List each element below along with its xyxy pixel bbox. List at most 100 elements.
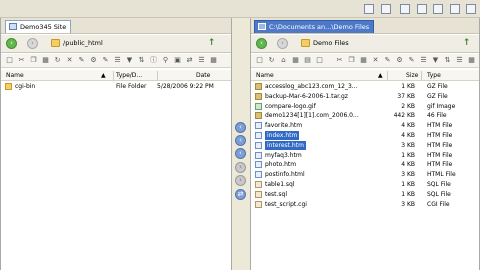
favorite-icon[interactable] xyxy=(364,4,374,14)
back-icon[interactable]: ‹ xyxy=(6,38,17,49)
file-size: 4 KB xyxy=(401,131,415,139)
open-icon[interactable]: □ xyxy=(315,56,324,65)
file-icon xyxy=(255,112,262,120)
list-item[interactable]: table1.sql 1 KB SQL File xyxy=(251,180,479,190)
forward-icon[interactable]: › xyxy=(277,38,288,49)
list-item[interactable]: interest.htm 3 KB HTM File xyxy=(251,140,479,151)
list-item[interactable]: index.htm 4 KB HTM File xyxy=(251,130,479,141)
column-name[interactable]: Name xyxy=(256,72,274,79)
drive-icon[interactable]: ▦ xyxy=(291,56,300,65)
network-icon[interactable]: ▤ xyxy=(303,56,312,65)
layout-icon[interactable] xyxy=(400,4,410,14)
cut-icon[interactable]: ✂ xyxy=(17,56,26,65)
copy-right-icon[interactable]: › xyxy=(235,162,246,173)
column-size[interactable]: Size xyxy=(406,72,418,79)
single-pane-icon[interactable] xyxy=(433,4,443,14)
column-name[interactable]: Name xyxy=(6,72,24,79)
folder-icon xyxy=(51,39,60,47)
delete-icon[interactable]: ✕ xyxy=(371,56,380,65)
up-folder-icon[interactable]: ↑ xyxy=(461,38,472,49)
refresh-icon[interactable]: ↻ xyxy=(53,56,62,65)
paste-icon[interactable]: ▦ xyxy=(41,56,50,65)
home-icon[interactable]: ⌂ xyxy=(279,56,288,65)
properties-icon[interactable]: ⚙ xyxy=(89,56,98,65)
file-icon xyxy=(255,190,262,198)
compare-icon[interactable]: ⇄ xyxy=(235,189,246,200)
download-icon[interactable]: ‹ xyxy=(235,135,246,146)
forward-icon[interactable]: › xyxy=(27,38,38,49)
rename-icon[interactable]: ✎ xyxy=(77,56,86,65)
copy-left-icon[interactable]: ‹ xyxy=(235,148,246,159)
filter-icon[interactable]: ▼ xyxy=(125,56,134,65)
list-item[interactable]: demo1234[1][1].com_2006.0... 442 KB 46 Fil… xyxy=(251,111,479,121)
refresh-icon[interactable]: ↻ xyxy=(267,56,276,65)
column-type[interactable]: Type/D... xyxy=(116,72,142,79)
new-folder-icon[interactable]: □ xyxy=(5,56,14,65)
new-folder-icon[interactable]: □ xyxy=(255,56,264,65)
sort-arrow-icon: ▲ xyxy=(378,72,383,79)
cut-icon[interactable]: ✂ xyxy=(335,56,344,65)
edit-icon[interactable]: ✎ xyxy=(407,56,416,65)
paste-icon[interactable]: ▦ xyxy=(359,56,368,65)
remote-site-tab[interactable]: Demo345 Site xyxy=(5,20,72,33)
list-item[interactable]: accesslog_abc123.com_12_3... 1 KB GZ File xyxy=(251,82,479,92)
split-view-icon[interactable] xyxy=(417,4,427,14)
search-icon[interactable]: ⚲ xyxy=(161,56,170,65)
copy-icon[interactable]: ❐ xyxy=(347,56,356,65)
list-item[interactable]: postinfo.html 3 KB HTML File xyxy=(251,170,479,180)
view-icon[interactable]: ☰ xyxy=(419,56,428,65)
copy-icon[interactable]: ❐ xyxy=(29,56,38,65)
file-type: HTML File xyxy=(427,171,456,179)
details-view-icon[interactable]: ▦ xyxy=(209,56,218,65)
up-folder-icon[interactable]: ↑ xyxy=(206,38,217,49)
list-view-icon[interactable]: ☰ xyxy=(455,56,464,65)
file-type: SQL File xyxy=(427,190,451,198)
details-view-icon[interactable]: ▦ xyxy=(467,56,476,65)
list-item[interactable]: test.sql 1 KB SQL File xyxy=(251,190,479,200)
column-date[interactable]: Date xyxy=(196,72,210,79)
column-divider[interactable] xyxy=(113,71,114,80)
file-icon xyxy=(255,102,262,110)
sort-icon[interactable]: ⇅ xyxy=(443,56,452,65)
local-path[interactable]: Demo Files xyxy=(313,39,349,47)
sync-right-icon[interactable]: › xyxy=(235,175,246,186)
column-divider[interactable] xyxy=(387,71,388,80)
filter-icon[interactable]: ▼ xyxy=(431,56,440,65)
column-divider[interactable] xyxy=(421,71,422,80)
delete-icon[interactable]: ✕ xyxy=(65,56,74,65)
column-type[interactable]: Type xyxy=(427,72,441,79)
list-item[interactable]: myfaq3.htm 1 KB HTM File xyxy=(251,151,479,161)
app-toolbar xyxy=(0,0,480,18)
back-icon[interactable]: ‹ xyxy=(256,38,267,49)
list-item[interactable]: test_script.cgi 3 KB CGI File xyxy=(251,200,479,210)
list-item[interactable]: cgi-bin File Folder 5/28/2006 9:22 PM xyxy=(1,82,231,92)
remote-path[interactable]: /public_html xyxy=(63,39,103,47)
list-item[interactable]: favorite.htm 4 KB HTM File xyxy=(251,121,479,131)
file-name: test.sql xyxy=(265,190,288,198)
edit-icon[interactable]: ✎ xyxy=(101,56,110,65)
properties-icon[interactable]: ⚙ xyxy=(395,56,404,65)
restore-icon[interactable] xyxy=(450,4,460,14)
list-item[interactable]: photo.htm 4 KB HTM File xyxy=(251,160,479,170)
upload-icon[interactable]: ‹ xyxy=(235,122,246,133)
rename-icon[interactable]: ✎ xyxy=(383,56,392,65)
file-type: SQL File xyxy=(427,180,451,188)
file-type: HTM File xyxy=(427,131,453,139)
sync-icon[interactable]: ⇄ xyxy=(185,56,194,65)
file-icon xyxy=(255,122,262,130)
close-icon[interactable] xyxy=(466,4,476,14)
list-item[interactable]: compare-logo.gif 2 KB gif Image xyxy=(251,102,479,112)
toggle-icon[interactable]: ▣ xyxy=(173,56,182,65)
window-icon[interactable] xyxy=(381,4,391,14)
local-folder-tab[interactable]: C:\Documents an...\Demo Files xyxy=(254,20,375,33)
remote-pane: Demo345 Site ‹ › /public_html ↑ □ ✂ ❐ ▦ … xyxy=(0,18,232,270)
sort-arrow-icon: ▲ xyxy=(101,72,106,79)
list-view-icon[interactable]: ☰ xyxy=(197,56,206,65)
sort-icon[interactable]: ⇅ xyxy=(137,56,146,65)
info-icon[interactable]: ⓘ xyxy=(149,56,158,65)
remote-file-list: cgi-bin File Folder 5/28/2006 9:22 PM xyxy=(1,82,231,92)
list-item[interactable]: backup-Mar-6-2006-1.tar.gz 37 KB GZ File xyxy=(251,92,479,102)
view-icon[interactable]: ☰ xyxy=(113,56,122,65)
column-divider[interactable] xyxy=(157,71,158,80)
file-icon xyxy=(255,131,262,139)
